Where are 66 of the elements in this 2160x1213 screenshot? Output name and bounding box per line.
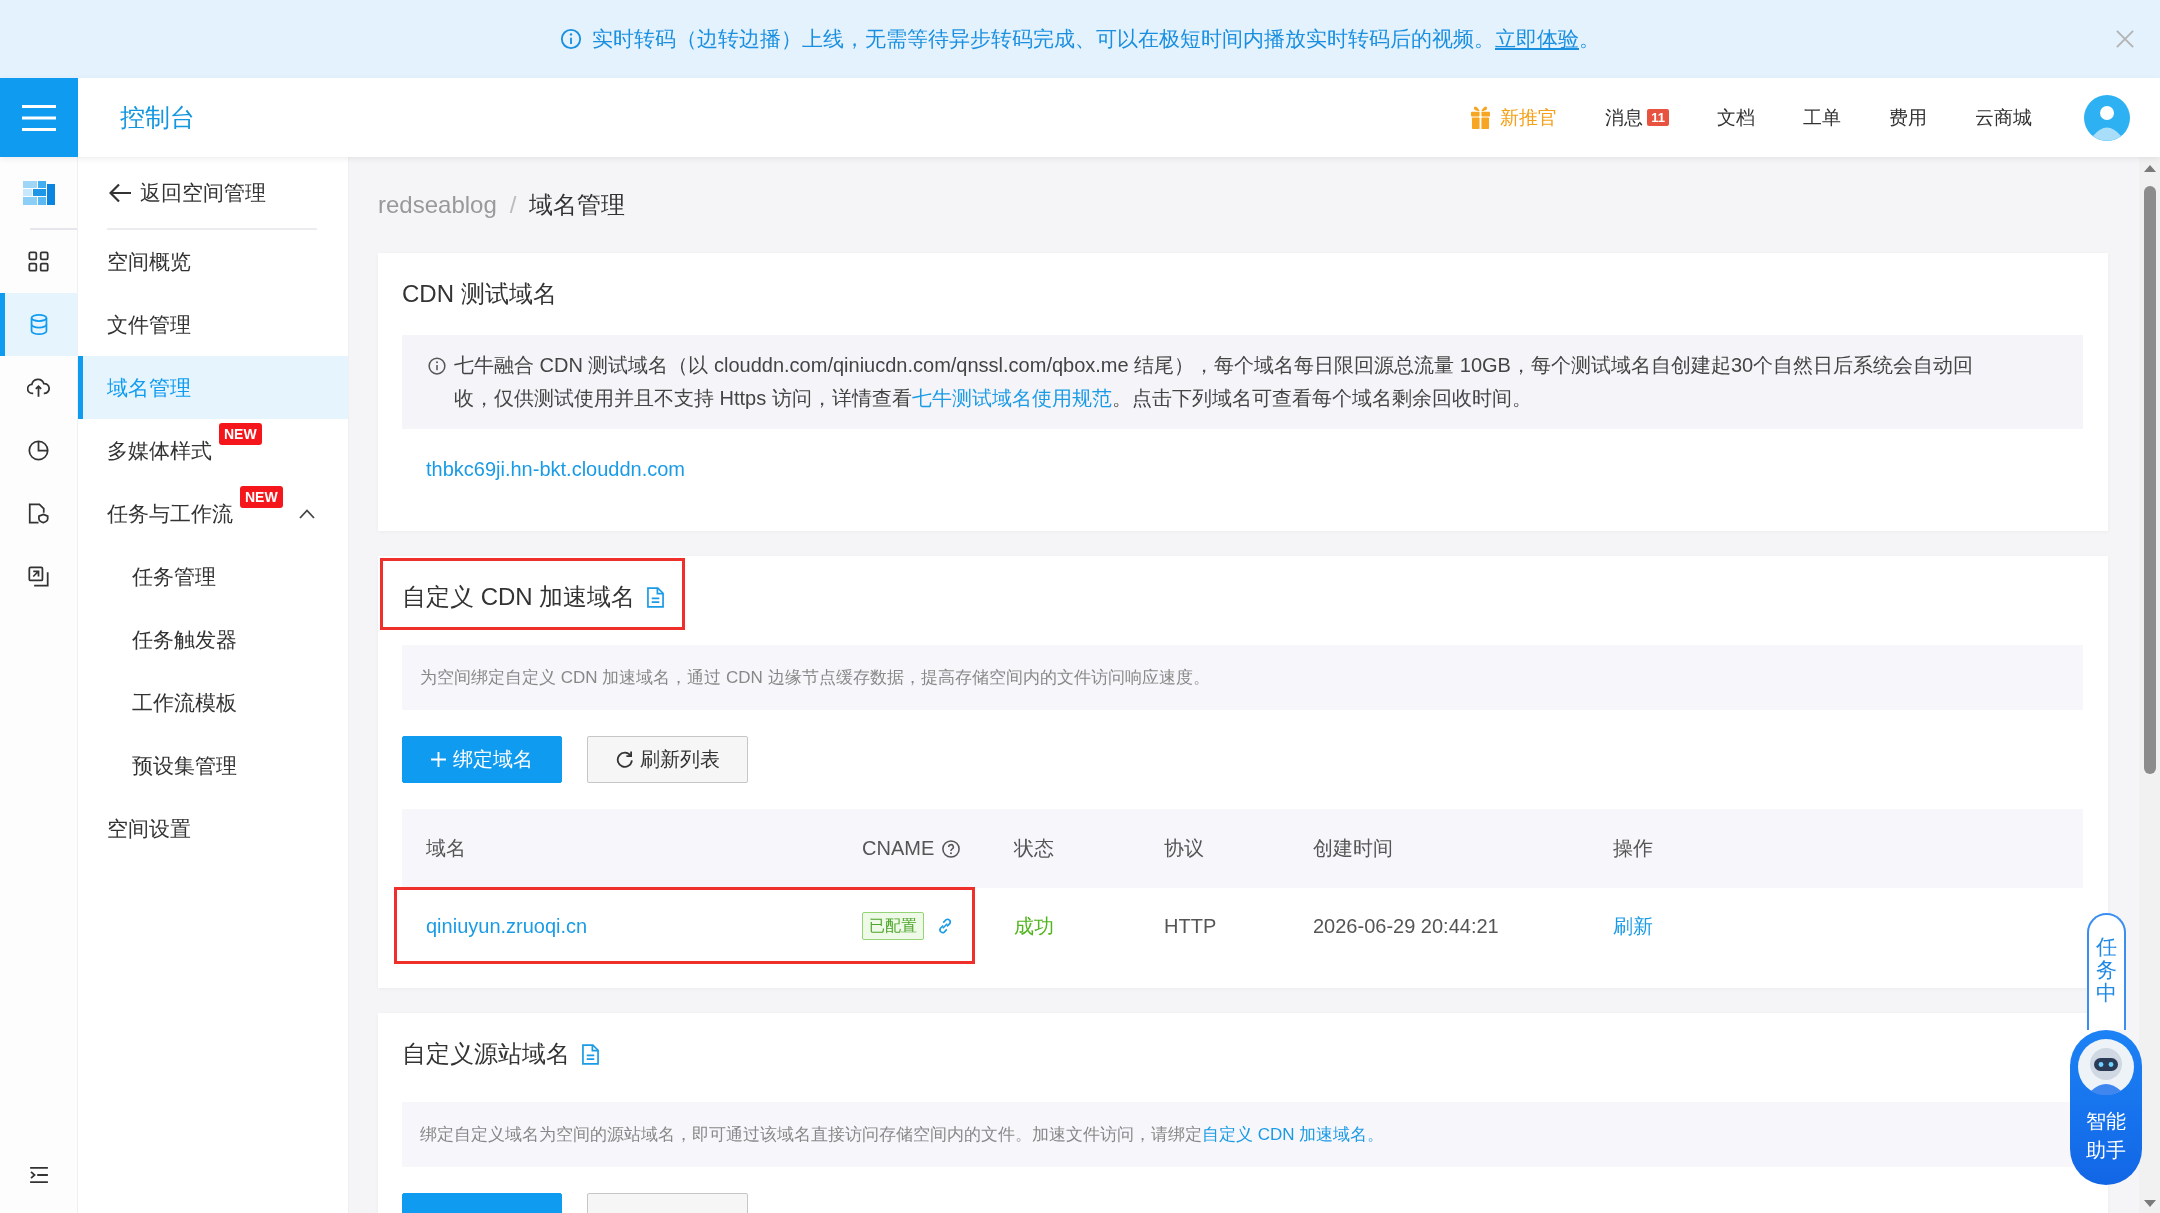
robot-avatar-icon	[2078, 1039, 2134, 1095]
plus-icon	[431, 752, 446, 767]
configured-tag: 已配置	[862, 912, 924, 940]
document-icon[interactable]	[647, 586, 665, 608]
menu-item[interactable]: 空间概览	[78, 230, 348, 293]
stacked-blocks-logo-icon[interactable]	[22, 180, 55, 205]
gift-icon	[1471, 106, 1491, 129]
indent-icon[interactable]	[29, 1167, 48, 1183]
grid-icon	[28, 251, 49, 272]
new-badge: NEW	[240, 485, 283, 508]
breadcrumb-current: 域名管理	[529, 190, 626, 220]
back-link[interactable]: 返回空间管理	[78, 157, 348, 228]
description-text: 绑定自定义域名为空间的源站域名，即可通过该域名直接访问存储空间内的文件。加速文件访问，请绑定自定义 CDN 加速域名。	[420, 1124, 1385, 1146]
caret-up-icon[interactable]	[299, 508, 315, 519]
protocol-text: HTTP	[1164, 914, 1217, 938]
column-header: 协议	[1164, 836, 1204, 861]
menu-item[interactable]: 文件管理	[78, 293, 348, 356]
refresh-icon	[615, 751, 633, 768]
copy-icon	[28, 566, 49, 587]
pie-chart-icon	[28, 440, 49, 461]
menu-item[interactable]: 任务管理	[78, 545, 348, 608]
document-icon[interactable]	[582, 1043, 599, 1065]
menu-item[interactable]: 多媒体样式 NEW	[78, 419, 348, 482]
nav-link[interactable]: 云商城	[1975, 104, 2032, 131]
menu-item[interactable]: 任务与工作流 NEW	[78, 482, 348, 545]
file-shield-icon	[28, 503, 49, 524]
link-icon[interactable]	[936, 917, 954, 935]
count-badge: 11	[1647, 109, 1669, 126]
scroll-down-icon[interactable]	[2143, 1200, 2156, 1207]
arrow-left-icon	[109, 182, 131, 203]
description-text: 为空间绑定自定义 CDN 加速域名，通过 CDN 边缘节点缓存数据，提高存储空间内的文件访问响应速度。	[420, 667, 1210, 689]
menu-item[interactable]: 空间设置	[78, 797, 348, 860]
task-center-tab[interactable]: 任务中	[2087, 913, 2126, 1030]
info-icon	[428, 357, 446, 375]
menu-icon	[22, 104, 56, 131]
menu-item[interactable]: 工作流模板	[78, 671, 348, 734]
created-time-text: 2026-06-29 20:44:21	[1313, 914, 1499, 938]
notice-text: 七牛融合 CDN 测试域名（以 clouddn.com/qiniucdn.com/qnssl.com/qbox.me 结尾），每个域名每日限回源总流量 10GB，每个测试域名自创建起30个自然日后系统会自动回收，仅供测试使用并且不支持 Https 访问，详情查看七牛测试域名使用规范。点击下列域名可查看每个域名剩余回收时间。	[454, 353, 1975, 411]
user-avatar-icon[interactable]	[2084, 94, 2130, 141]
info-icon	[560, 28, 582, 50]
nav-link[interactable]: 文档	[1717, 104, 1755, 131]
menu-item[interactable]: 任务触发器	[78, 608, 348, 671]
section-title: 自定义 CDN 加速域名	[402, 582, 636, 612]
cloud-upload-icon	[27, 377, 50, 398]
section-title: CDN 测试域名	[402, 279, 557, 309]
database-icon	[29, 314, 48, 335]
messages-link[interactable]: 消息 11	[1605, 104, 1669, 131]
column-header: 创建时间	[1313, 836, 1393, 861]
column-header: 域名	[426, 836, 466, 861]
close-icon[interactable]	[2116, 30, 2134, 48]
scroll-up-icon[interactable]	[2143, 165, 2156, 172]
status-text: 成功	[1014, 913, 1054, 939]
breadcrumb-separator: /	[509, 191, 517, 219]
secondary-button[interactable]: 刷新列表	[587, 736, 748, 783]
assistant-button[interactable]: 智能助手	[2070, 1030, 2142, 1185]
section-title: 自定义源站域名	[402, 1039, 570, 1069]
menu-item[interactable]: 预设集管理	[78, 734, 348, 797]
nav-link[interactable]: 费用	[1889, 104, 1927, 131]
new-badge: NEW	[219, 422, 262, 445]
column-header: CNAME	[862, 837, 935, 860]
banner-message: 实时转码（边转边播）上线，无需等待异步转码完成、可以在极短时间内播放实时转码后的视频。立即体验。	[592, 26, 1600, 52]
nav-link[interactable]: 工单	[1803, 104, 1841, 131]
menu-button[interactable]	[0, 78, 78, 157]
column-header: 状态	[1014, 836, 1054, 861]
column-header: 操作	[1613, 836, 1653, 861]
scrollbar-thumb[interactable]	[2143, 186, 2156, 774]
